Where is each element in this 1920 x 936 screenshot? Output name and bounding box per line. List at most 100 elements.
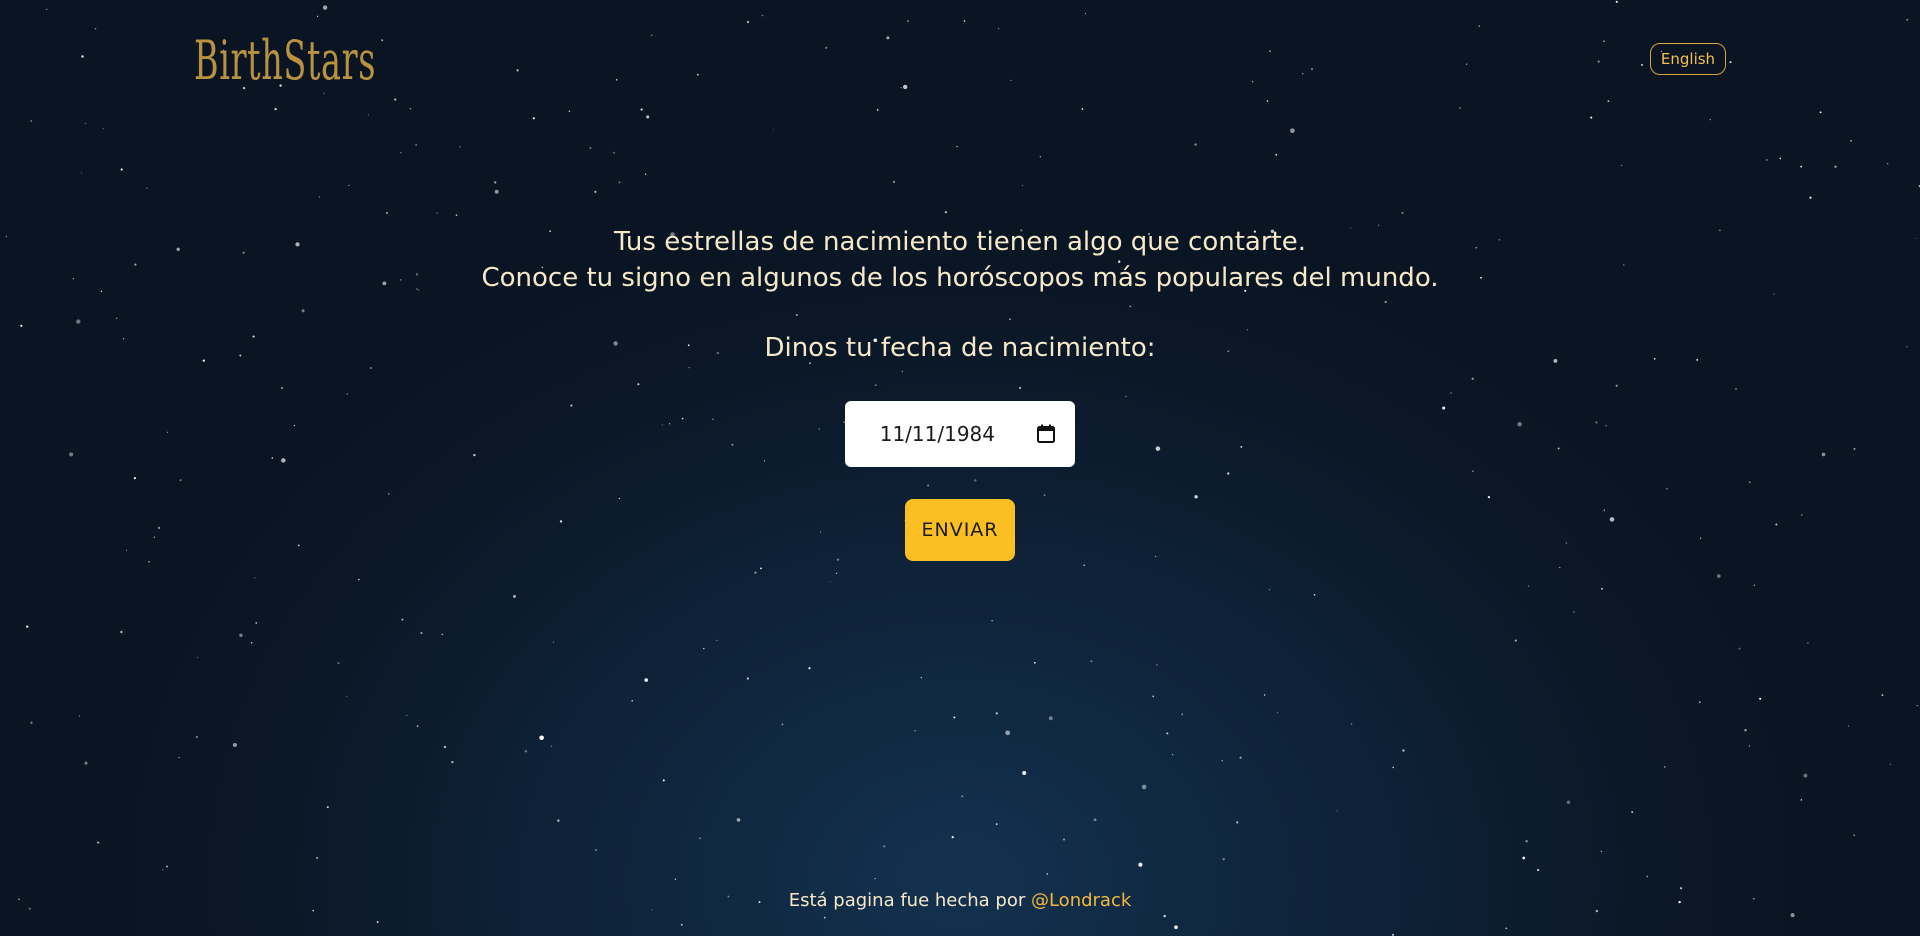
- star: [1174, 925, 1178, 930]
- star: [914, 730, 916, 732]
- star: [646, 115, 650, 119]
- star: [1779, 157, 1782, 160]
- star: [1156, 664, 1158, 666]
- star: [441, 633, 444, 636]
- star: [951, 836, 954, 839]
- star: [76, 319, 81, 324]
- star: [640, 108, 643, 111]
- star: [781, 723, 784, 726]
- star: [661, 424, 663, 426]
- star: [473, 453, 476, 457]
- star: [1471, 377, 1474, 380]
- author-link[interactable]: @Londrack: [1031, 890, 1131, 911]
- star: [1081, 108, 1084, 110]
- star: [1392, 766, 1394, 769]
- star: [568, 110, 571, 113]
- star: [736, 818, 741, 822]
- star: [297, 544, 300, 547]
- star: [1046, 873, 1049, 875]
- star: [406, 715, 408, 717]
- star: [1022, 770, 1027, 776]
- star: [1850, 140, 1852, 142]
- star: [346, 393, 348, 395]
- star: [1008, 318, 1012, 321]
- star: [1472, 470, 1474, 473]
- site-logo[interactable]: BirthStars: [194, 26, 376, 96]
- star: [1887, 163, 1889, 165]
- star: [1809, 196, 1812, 199]
- star: [1834, 165, 1837, 168]
- footer-text: Está pagina fue hecha por: [788, 890, 1031, 911]
- star: [1263, 694, 1266, 696]
- star: [1478, 25, 1480, 27]
- star: [886, 36, 890, 40]
- star: [322, 5, 328, 10]
- birthdate-value[interactable]: 11/11/1984: [880, 422, 995, 446]
- star: [1194, 143, 1197, 146]
- star: [157, 526, 161, 530]
- star: [1527, 585, 1530, 587]
- star: [394, 98, 397, 101]
- star: [30, 120, 33, 122]
- star: [1557, 447, 1560, 450]
- star: [900, 86, 902, 89]
- star: [594, 190, 597, 194]
- star: [376, 921, 379, 923]
- star: [318, 196, 320, 198]
- star: [337, 662, 340, 665]
- star: [746, 20, 750, 24]
- star: [995, 823, 998, 825]
- birthdate-prompt: Dinos tu fecha de nacimiento:: [764, 333, 1156, 363]
- star: [97, 841, 100, 844]
- star: [78, 715, 80, 717]
- star: [1266, 100, 1269, 102]
- star: [1749, 481, 1751, 484]
- star: [998, 27, 1000, 30]
- star: [346, 695, 348, 697]
- language-toggle-button[interactable]: English: [1650, 43, 1726, 75]
- star: [1085, 12, 1087, 14]
- star: [550, 745, 552, 747]
- star: [1573, 611, 1575, 614]
- star: [401, 618, 404, 621]
- star: [1043, 494, 1046, 497]
- star: [1765, 158, 1768, 161]
- star: [1227, 472, 1230, 475]
- star: [120, 630, 123, 634]
- calendar-icon[interactable]: [1035, 423, 1057, 445]
- star: [1716, 574, 1721, 578]
- star: [1141, 784, 1147, 790]
- star: [637, 383, 640, 386]
- star: [358, 578, 360, 581]
- star: [195, 735, 199, 739]
- star: [81, 55, 84, 58]
- star: [539, 735, 544, 741]
- star: [1155, 555, 1157, 558]
- star: [459, 146, 461, 148]
- star: [825, 46, 828, 49]
- star: [293, 424, 296, 427]
- star: [1019, 386, 1022, 389]
- star: [1607, 100, 1610, 102]
- star: [1310, 67, 1314, 71]
- star: [760, 567, 762, 570]
- star: [1269, 50, 1271, 53]
- star: [883, 845, 886, 848]
- star: [116, 317, 118, 319]
- birthdate-input[interactable]: 11/11/1984: [845, 401, 1075, 467]
- star: [420, 632, 423, 635]
- submit-button[interactable]: ENVIAR: [905, 499, 1015, 561]
- star: [1514, 639, 1517, 642]
- star: [367, 114, 369, 116]
- star: [570, 404, 573, 407]
- star: [166, 431, 169, 433]
- star: [1603, 509, 1606, 511]
- star: [1093, 818, 1097, 822]
- star: [1800, 513, 1803, 516]
- star: [553, 641, 555, 643]
- star: [618, 497, 620, 500]
- star: [1350, 723, 1353, 725]
- star: [818, 428, 821, 430]
- star: [808, 667, 811, 670]
- star: [1194, 495, 1198, 499]
